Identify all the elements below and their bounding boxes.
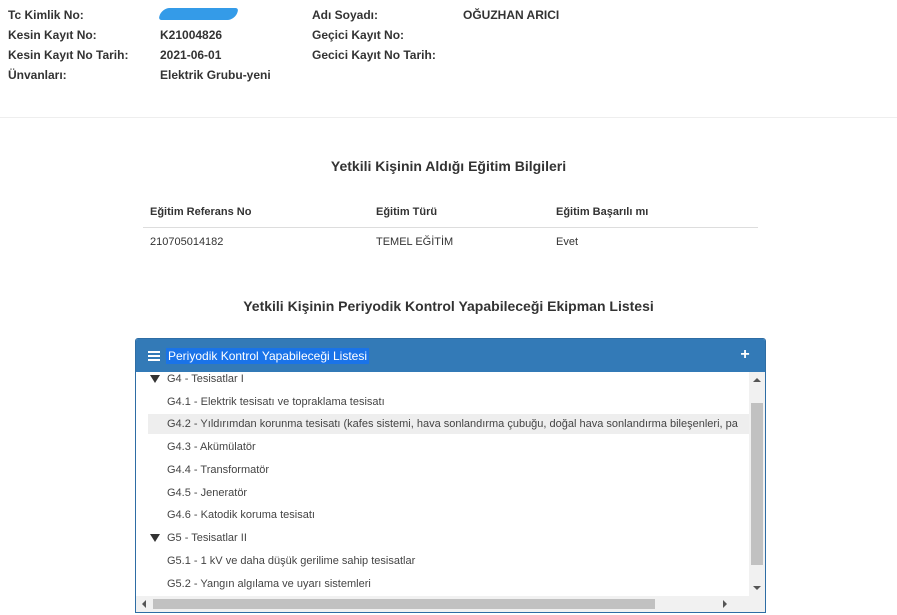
tree-item[interactable]: G5.2 - Yangın algılama ve uyarı sistemle… (136, 574, 749, 594)
name-label: Adı Soyadı: (312, 8, 379, 22)
horizontal-scroll-thumb[interactable] (153, 599, 655, 609)
table-header-row: Eğitim Referans No Eğitim Türü Eğitim Ba… (143, 198, 758, 228)
unvan-label: Ünvanları: (8, 68, 67, 82)
kesin-kayit-label: Kesin Kayıt No: (8, 28, 97, 42)
caret-down-icon[interactable] (150, 534, 160, 542)
kesin-tarih-value: 2021-06-01 (160, 48, 222, 62)
column-header: Eğitim Başarılı mı (549, 198, 758, 228)
info-row-unvan: Ünvanları: Elektrik Grubu-yeni (0, 68, 897, 84)
tree-item-label: G4.4 - Transformatör (167, 464, 270, 476)
kesin-kayit-value: K21004826 (160, 28, 223, 42)
column-header: Eğitim Türü (369, 198, 549, 228)
table-cell: Evet (556, 235, 579, 248)
tree-group-g5[interactable]: G5 - Tesisatlar II (136, 528, 749, 548)
education-table: Eğitim Referans No Eğitim Türü Eğitim Ba… (143, 198, 758, 256)
gecici-kayit-label: Geçici Kayıt No: (312, 28, 405, 42)
panel-title-wrap: Periyodik Kontrol Yapabileceği Listesi (148, 348, 370, 364)
list-icon (148, 351, 160, 361)
tree-item[interactable]: G5.1 - 1 kV ve daha düşük gerilime sahip… (136, 551, 749, 571)
caret-down-icon[interactable] (150, 375, 160, 383)
tree-item[interactable]: G4.4 - Transformatör (136, 460, 749, 480)
name-value: OĞUZHAN ARICI (463, 8, 560, 22)
scroll-right-icon[interactable] (723, 600, 727, 608)
tree-item[interactable]: G4.6 - Katodik koruma tesisatı (136, 505, 749, 525)
tree-item-label: G4.5 - Jeneratör (167, 487, 248, 499)
tree-item-label: G4.1 - Elektrik tesisatı ve topraklama t… (167, 396, 385, 408)
add-icon[interactable]: + (737, 345, 753, 365)
scroll-up-icon[interactable] (753, 378, 761, 382)
tree-content: G4 - Tesisatlar I G4.1 - Elektrik tesisa… (136, 372, 749, 596)
unvan-value: Elektrik Grubu-yeni (160, 68, 271, 82)
tc-label: Tc Kimlik No: (8, 8, 84, 22)
tree-item[interactable]: G4.3 - Akümülatör (136, 437, 749, 457)
tree-item-label: G4.3 - Akümülatör (167, 441, 256, 453)
redacted-tc-value (158, 8, 239, 20)
scroll-left-icon[interactable] (142, 600, 146, 608)
tree-group-g4[interactable]: G4 - Tesisatlar I (136, 372, 749, 389)
scroll-corner (749, 596, 765, 612)
equipment-tree[interactable]: G4 - Tesisatlar I G4.1 - Elektrik tesisa… (136, 372, 765, 612)
equipment-panel: Periyodik Kontrol Yapabileceği Listesi +… (135, 338, 766, 613)
tree-item-label: G4.6 - Katodik koruma tesisatı (167, 509, 315, 521)
person-info: Tc Kimlik No: Adı Soyadı: OĞUZHAN ARICI … (0, 0, 897, 118)
scroll-down-icon[interactable] (753, 586, 761, 590)
table-cell: 210705014182 (150, 235, 224, 248)
equipment-title: Yetkili Kişinin Periyodik Kontrol Yapabi… (243, 298, 654, 314)
table-row: 210705014182 TEMEL EĞİTİM Evet (143, 227, 758, 256)
vertical-scroll-thumb[interactable] (751, 403, 763, 565)
tree-item[interactable]: G4.1 - Elektrik tesisatı ve topraklama t… (136, 392, 749, 412)
education-title: Yetkili Kişinin Aldığı Eğitim Bilgileri (330, 158, 567, 174)
kesin-tarih-label: Kesin Kayıt No Tarih: (8, 48, 129, 62)
tree-group-label: G4 - Tesisatlar I (167, 373, 244, 385)
column-header: Eğitim Referans No (143, 198, 369, 228)
horizontal-scrollbar[interactable] (136, 596, 749, 612)
info-row-kesin: Kesin Kayıt No: K21004826 Geçici Kayıt N… (0, 28, 897, 44)
info-row-tc: Tc Kimlik No: Adı Soyadı: OĞUZHAN ARICI (0, 8, 897, 24)
vertical-scrollbar[interactable] (749, 372, 765, 596)
table-cell: TEMEL EĞİTİM (376, 235, 454, 248)
tree-item[interactable]: G4.5 - Jeneratör (136, 483, 749, 503)
tree-item-label: G5.2 - Yangın algılama ve uyarı sistemle… (167, 578, 371, 590)
gecici-tarih-label: Gecici Kayıt No Tarih: (312, 48, 436, 62)
tree-item-label: G5.1 - 1 kV ve daha düşük gerilime sahip… (167, 555, 416, 567)
panel-heading: Periyodik Kontrol Yapabileceği Listesi + (136, 339, 765, 372)
tree-item-hovered[interactable]: G4.2 - Yıldırımdan korunma tesisatı (kaf… (148, 414, 749, 434)
info-row-tarih: Kesin Kayıt No Tarih: 2021-06-01 Gecici … (0, 48, 897, 64)
tree-item-label: G4.2 - Yıldırımdan korunma tesisatı (kaf… (167, 418, 738, 430)
tree-group-label: G5 - Tesisatlar II (167, 532, 247, 544)
panel-title: Periyodik Kontrol Yapabileceği Listesi (166, 348, 370, 364)
